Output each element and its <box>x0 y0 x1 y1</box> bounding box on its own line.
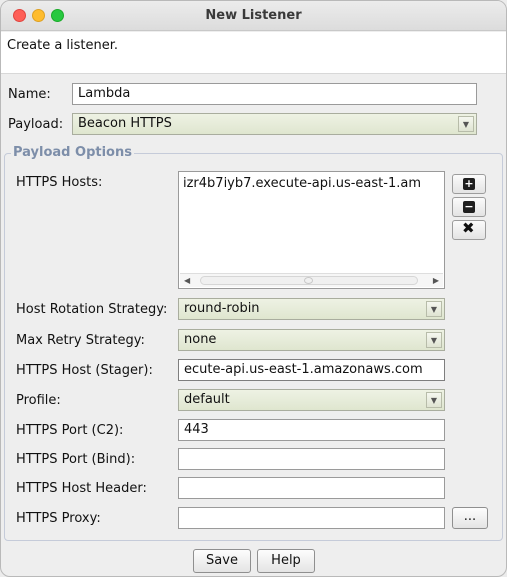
x-icon: ✖ <box>462 219 475 237</box>
help-button[interactable]: Help <box>257 549 315 573</box>
https-hosts-list[interactable]: izr4b7iyb7.execute-api.us-east-1.am ◀ ▶ <box>178 171 445 289</box>
max-retry-select[interactable]: none ▼ <box>178 329 445 351</box>
name-field[interactable]: Lambda <box>72 83 477 105</box>
chevron-down-icon: ▼ <box>458 116 474 132</box>
add-host-button[interactable]: + <box>452 174 486 194</box>
new-listener-dialog: New Listener Create a listener. Name: La… <box>0 0 507 577</box>
minus-icon: − <box>463 200 475 213</box>
host-header-field[interactable] <box>178 477 445 499</box>
proxy-label: HTTPS Proxy: <box>16 511 101 526</box>
profile-select[interactable]: default ▼ <box>178 389 445 411</box>
chevron-down-icon: ▼ <box>426 301 442 317</box>
save-button[interactable]: Save <box>193 549 251 573</box>
remove-host-button[interactable]: − <box>452 197 486 217</box>
chevron-down-icon: ▼ <box>426 332 442 348</box>
max-retry-label: Max Retry Strategy: <box>16 333 145 348</box>
host-rotation-select[interactable]: round-robin ▼ <box>178 298 445 320</box>
port-bind-field[interactable] <box>178 448 445 470</box>
list-item[interactable]: izr4b7iyb7.execute-api.us-east-1.am <box>183 176 441 191</box>
proxy-browse-button[interactable]: ... <box>452 507 488 529</box>
profile-label: Profile: <box>16 393 61 408</box>
grip-icon <box>304 277 313 284</box>
payload-select-value: Beacon HTTPS <box>78 116 172 131</box>
https-hosts-label: HTTPS Hosts: <box>16 175 103 190</box>
host-header-label: HTTPS Host Header: <box>16 481 147 496</box>
port-c2-field[interactable]: 443 <box>178 419 445 441</box>
proxy-field[interactable] <box>178 507 445 529</box>
name-label: Name: <box>8 87 51 102</box>
chevron-down-icon: ▼ <box>426 392 442 408</box>
max-retry-value: none <box>184 332 217 347</box>
clear-hosts-button[interactable]: ✖ <box>452 220 486 240</box>
payload-label: Payload: <box>8 117 64 132</box>
payload-options-legend: Payload Options <box>11 145 134 160</box>
port-bind-label: HTTPS Port (Bind): <box>16 452 136 467</box>
payload-select[interactable]: Beacon HTTPS ▼ <box>72 113 477 135</box>
title-bar: New Listener <box>1 1 506 31</box>
window-title: New Listener <box>205 8 302 23</box>
host-rotation-value: round-robin <box>184 301 260 316</box>
stager-host-label: HTTPS Host (Stager): <box>16 363 153 378</box>
profile-value: default <box>184 392 230 407</box>
scroll-left-icon[interactable]: ◀ <box>184 274 190 288</box>
dialog-description: Create a listener. <box>1 32 506 74</box>
port-c2-label: HTTPS Port (C2): <box>16 423 124 438</box>
host-rotation-label: Host Rotation Strategy: <box>16 302 168 317</box>
stager-host-field[interactable]: ecute-api.us-east-1.amazonaws.com <box>178 359 445 381</box>
hosts-horizontal-scrollbar[interactable]: ◀ ▶ <box>180 273 443 287</box>
scrollbar-thumb[interactable] <box>200 276 418 285</box>
plus-icon: + <box>463 177 475 190</box>
scroll-right-icon[interactable]: ▶ <box>433 274 439 288</box>
